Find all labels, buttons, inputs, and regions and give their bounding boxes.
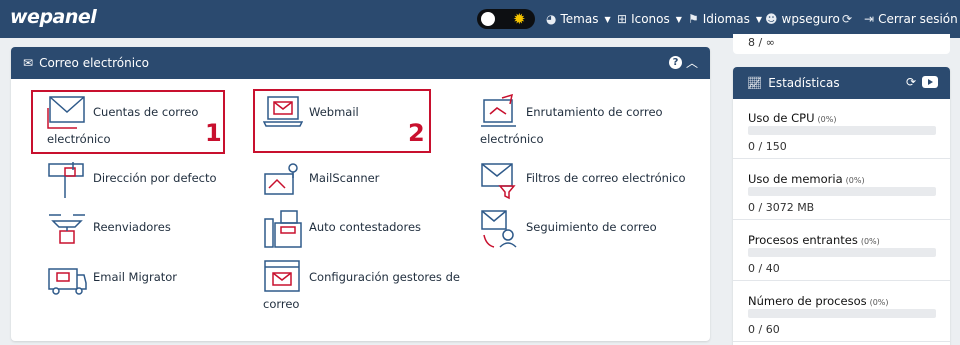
- stats-panel: 📈︎ Estadísticas ⟳ Uso de CPU (0%) 0 / 150…: [733, 67, 950, 345]
- refresh-icon: ⟳: [842, 12, 853, 26]
- stat-progress-bar: [748, 309, 936, 318]
- item-label: Email Migrator: [93, 270, 178, 284]
- help-icon[interactable]: ?: [669, 56, 682, 69]
- chevron-down-icon: ▼: [675, 14, 682, 24]
- stat-name-text: Número de procesos: [748, 294, 867, 308]
- email-panel: ✉ Correo electrónico ? ︿ 1 2 Cuentas de …: [11, 47, 710, 341]
- item-webmail[interactable]: Webmail: [263, 94, 423, 134]
- stat-name: Número de procesos (0%): [748, 294, 889, 308]
- item-auto-contestadores[interactable]: Auto contestadores: [263, 209, 443, 249]
- item-label-line2: electrónico: [47, 132, 111, 146]
- mail-scanner-icon: [264, 163, 298, 195]
- stat-name: Procesos entrantes (0%): [748, 233, 880, 247]
- item-enrutamiento[interactable]: Enrutamiento de correo electrónico: [480, 94, 680, 152]
- stat-name: Uso de memoria (0%): [748, 172, 865, 186]
- user-gear-icon: ☻: [765, 12, 778, 26]
- stat-name-text: Uso de memoria: [748, 172, 843, 186]
- item-mailscanner[interactable]: MailScanner: [263, 160, 423, 200]
- nav-temas-label: Temas: [560, 12, 599, 26]
- item-email-migrator[interactable]: Email Migrator: [47, 259, 227, 299]
- item-label: Configuración gestores de: [309, 270, 460, 284]
- item-label: Seguimiento de correo: [526, 220, 657, 234]
- previous-stat-value: 8 / ∞: [748, 36, 775, 49]
- forwarder-drone-icon: [49, 214, 85, 244]
- item-label: Reenviadores: [93, 220, 171, 234]
- stat-name-text: Uso de CPU: [748, 111, 815, 125]
- chevron-down-icon: ▼: [755, 14, 763, 24]
- flag-icon: ⚑: [688, 12, 699, 26]
- stat-name-text: Procesos entrantes: [748, 233, 858, 247]
- nav-user-label: wpseguro: [781, 12, 840, 26]
- top-navbar: wepanel ✹ ◕ Temas ▼ ⊞ Iconos ▼ ⚑ Idiomas…: [0, 0, 960, 38]
- chevron-up-icon[interactable]: ︿: [686, 54, 698, 71]
- mail-filter-icon: [481, 163, 516, 200]
- envelope-inbox-icon: [47, 96, 85, 129]
- sitemap-icon: ⊞: [617, 12, 628, 26]
- nav-idiomas-label: Idiomas: [702, 12, 750, 26]
- stat-pct: (0%): [817, 115, 837, 124]
- sign-out-icon: ⇥: [864, 12, 875, 26]
- item-label: MailScanner: [309, 171, 380, 185]
- refresh-button[interactable]: ⟳: [842, 10, 852, 28]
- email-panel-header: ✉ Correo electrónico ? ︿: [11, 47, 710, 79]
- item-label: Cuentas de correo: [93, 105, 199, 119]
- stat-pct: (0%): [860, 237, 880, 246]
- item-cuentas-correo[interactable]: Cuentas de correo electrónico: [47, 94, 217, 152]
- stat-cpu: Uso de CPU (0%) 0 / 150: [733, 99, 950, 159]
- wepanel-logo[interactable]: wepanel: [10, 6, 97, 28]
- item-seguimiento-correo[interactable]: Seguimiento de correo: [480, 209, 680, 249]
- mail-group-icon: ✉: [23, 56, 34, 70]
- item-direccion-defecto[interactable]: Dirección por defecto: [47, 160, 237, 200]
- fax-machine-icon: [264, 210, 302, 248]
- sun-icon: ✹: [513, 10, 526, 28]
- logout-button[interactable]: ⇥ Cerrar sesión: [864, 10, 958, 28]
- mail-routing-icon: [481, 94, 516, 127]
- stat-value: 0 / 150: [748, 140, 787, 153]
- nav-iconos-label: Iconos: [631, 12, 670, 26]
- item-filtros-correo[interactable]: Filtros de correo electrónico: [480, 160, 700, 200]
- nav-iconos[interactable]: ⊞ Iconos ▼: [617, 10, 682, 28]
- mail-client-config-icon: [264, 260, 300, 292]
- item-label: Webmail: [309, 105, 359, 119]
- stats-panel-header: 📈︎ Estadísticas ⟳: [733, 67, 950, 99]
- mailbox-icon: [48, 162, 84, 198]
- item-label: Dirección por defecto: [93, 171, 217, 185]
- nav-idiomas[interactable]: ⚑ Idiomas ▼: [688, 10, 762, 28]
- mail-truck-icon: [48, 268, 87, 295]
- mail-tracking-icon: [481, 210, 517, 248]
- theme-toggle[interactable]: ✹: [477, 9, 535, 29]
- stat-pct: (0%): [845, 176, 865, 185]
- stat-progress-bar: [748, 248, 936, 257]
- stat-value: 0 / 60: [748, 323, 780, 336]
- chevron-down-icon: ▼: [604, 14, 611, 24]
- panel-title: Correo electrónico: [39, 56, 150, 70]
- previous-stat-box: 8 / ∞: [733, 34, 950, 54]
- stats-title: Estadísticas: [768, 76, 840, 90]
- stat-name: Uso de CPU (0%): [748, 111, 836, 125]
- stat-pct: (0%): [869, 298, 889, 307]
- stat-value: 0 / 3072 MB: [748, 201, 815, 214]
- item-label: Enrutamiento de correo: [526, 105, 663, 119]
- chart-line-icon: 📈︎: [747, 76, 763, 90]
- refresh-icon[interactable]: ⟳: [906, 75, 916, 89]
- item-label: Filtros de correo electrónico: [526, 171, 686, 185]
- laptop-mail-icon: [263, 96, 303, 127]
- item-label: Auto contestadores: [309, 220, 422, 234]
- nav-user[interactable]: ☻ wpseguro: [765, 10, 840, 28]
- stat-progress-bar: [748, 126, 936, 135]
- youtube-icon[interactable]: [922, 76, 938, 88]
- nav-temas[interactable]: ◕ Temas ▼: [546, 10, 611, 28]
- toggle-knob: [481, 12, 495, 26]
- item-reenviadores[interactable]: Reenviadores: [47, 209, 227, 249]
- item-label-line2: electrónico: [480, 132, 544, 146]
- palette-icon: ◕: [546, 12, 557, 26]
- logout-label: Cerrar sesión: [878, 12, 958, 26]
- stat-value: 0 / 40: [748, 262, 780, 275]
- item-label-line2: correo: [263, 297, 300, 311]
- stat-incoming-processes: Procesos entrantes (0%) 0 / 40: [733, 221, 950, 281]
- stat-progress-bar: [748, 187, 936, 196]
- item-config-gestores[interactable]: Configuración gestores de correo: [263, 259, 463, 317]
- stat-memory: Uso de memoria (0%) 0 / 3072 MB: [733, 160, 950, 220]
- stat-process-count: Número de procesos (0%) 0 / 60: [733, 282, 950, 342]
